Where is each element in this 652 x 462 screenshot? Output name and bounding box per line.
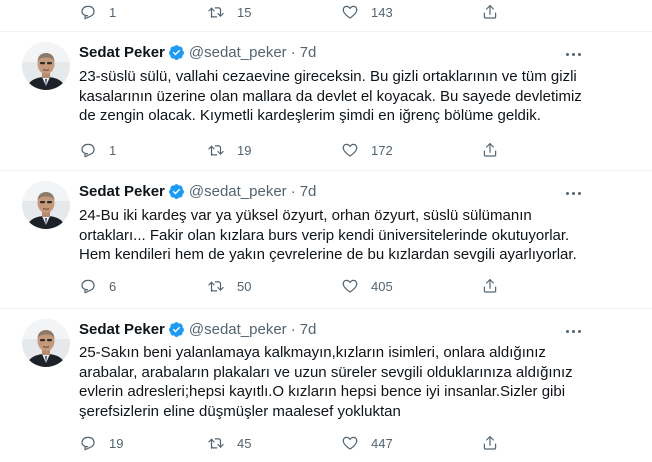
share-icon bbox=[481, 277, 499, 295]
heart-icon bbox=[341, 277, 359, 295]
author-name[interactable]: Sedat Peker bbox=[79, 183, 165, 200]
like-count: 447 bbox=[371, 435, 393, 451]
retweet-icon bbox=[207, 141, 225, 159]
retweet-count: 19 bbox=[237, 142, 252, 158]
share-button[interactable] bbox=[481, 141, 499, 159]
like-button[interactable]: 447 bbox=[341, 434, 393, 452]
more-icon bbox=[565, 191, 569, 195]
retweet-button[interactable]: 19 bbox=[207, 141, 251, 159]
tweet-text: 25-Sakın beni yalanlamaya kalkmayın,kızl… bbox=[79, 344, 573, 421]
separator: · bbox=[290, 321, 296, 338]
reply-count: 19 bbox=[109, 435, 124, 451]
avatar[interactable] bbox=[22, 319, 70, 367]
verified-badge-icon bbox=[168, 184, 184, 199]
more-icon bbox=[565, 52, 569, 56]
heart-icon bbox=[341, 141, 359, 159]
retweet-count: 50 bbox=[237, 278, 252, 294]
author-handle[interactable]: @sedat_peker bbox=[189, 44, 287, 61]
tweet-header: Sedat Peker @sedat_peker · 7d bbox=[79, 183, 316, 200]
verified-badge-icon bbox=[168, 45, 184, 60]
author-handle[interactable]: @sedat_peker bbox=[189, 321, 287, 338]
share-icon bbox=[481, 141, 499, 159]
like-button[interactable]: 143 bbox=[341, 3, 393, 21]
author-handle[interactable]: @sedat_peker bbox=[189, 183, 287, 200]
like-count: 405 bbox=[371, 278, 393, 294]
retweet-button[interactable]: 50 bbox=[207, 277, 251, 295]
reply-icon bbox=[79, 141, 97, 159]
retweet-button[interactable]: 15 bbox=[207, 3, 251, 21]
like-count: 143 bbox=[371, 4, 393, 20]
timestamp[interactable]: 7d bbox=[300, 321, 317, 338]
retweet-count: 45 bbox=[237, 435, 252, 451]
retweet-icon bbox=[207, 277, 225, 295]
tweet[interactable]: Sedat Peker @sedat_peker · 7d 25-Sakın b… bbox=[0, 309, 652, 462]
reply-icon bbox=[79, 3, 97, 21]
tweet-text: 23-süslü sülü, vallahi cezaevine girecek… bbox=[79, 68, 582, 125]
tweet-header: Sedat Peker @sedat_peker · 7d bbox=[79, 321, 316, 338]
share-button[interactable] bbox=[481, 434, 499, 452]
reply-icon bbox=[79, 434, 97, 452]
share-icon bbox=[481, 434, 499, 452]
reply-count: 1 bbox=[109, 142, 117, 158]
separator: · bbox=[290, 44, 296, 61]
heart-icon bbox=[341, 434, 359, 452]
tweet[interactable]: Sedat Peker @sedat_peker · 7d 23-süslü s… bbox=[0, 32, 652, 170]
like-button[interactable]: 405 bbox=[341, 277, 393, 295]
tweet[interactable]: Sedat Peker @sedat_peker · 7d 24-Bu iki … bbox=[0, 171, 652, 309]
timestamp[interactable]: 7d bbox=[300, 44, 317, 61]
reply-button[interactable]: 1 bbox=[79, 3, 116, 21]
more-icon bbox=[565, 329, 569, 333]
retweet-button[interactable]: 45 bbox=[207, 434, 251, 452]
more-options-button[interactable] bbox=[560, 321, 586, 341]
reply-button[interactable]: 19 bbox=[79, 434, 123, 452]
retweet-icon bbox=[207, 3, 225, 21]
author-name[interactable]: Sedat Peker bbox=[79, 44, 165, 61]
tweet-text: 24-Bu iki kardeş var ya yüksel özyurt, o… bbox=[79, 207, 577, 264]
more-options-button[interactable] bbox=[560, 44, 586, 64]
avatar[interactable] bbox=[22, 42, 70, 90]
like-count: 172 bbox=[371, 142, 393, 158]
share-button[interactable] bbox=[481, 277, 499, 295]
timestamp[interactable]: 7d bbox=[300, 183, 317, 200]
reply-button[interactable]: 6 bbox=[79, 277, 116, 295]
retweet-count: 15 bbox=[237, 4, 252, 20]
heart-icon bbox=[341, 3, 359, 21]
avatar[interactable] bbox=[22, 181, 70, 229]
share-button[interactable] bbox=[481, 3, 499, 21]
retweet-icon bbox=[207, 434, 225, 452]
reply-count: 6 bbox=[109, 278, 117, 294]
more-options-button[interactable] bbox=[560, 183, 586, 203]
verified-badge-icon bbox=[168, 322, 184, 337]
share-icon bbox=[481, 3, 499, 21]
reply-button[interactable]: 1 bbox=[79, 141, 116, 159]
like-button[interactable]: 172 bbox=[341, 141, 393, 159]
reply-count: 1 bbox=[109, 4, 117, 20]
tweet-header: Sedat Peker @sedat_peker · 7d bbox=[79, 44, 316, 61]
author-name[interactable]: Sedat Peker bbox=[79, 321, 165, 338]
reply-icon bbox=[79, 277, 97, 295]
separator: · bbox=[290, 183, 296, 200]
